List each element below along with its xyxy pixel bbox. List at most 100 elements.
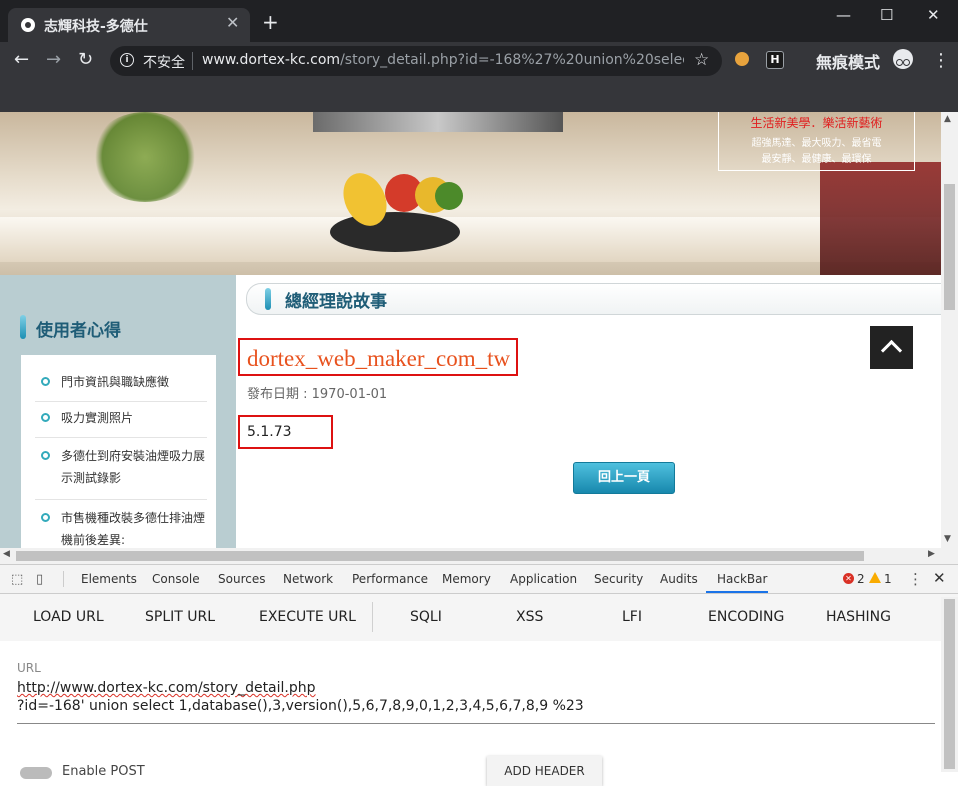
device-toolbar-icon[interactable]: ▯ <box>36 572 43 587</box>
tab-close-icon[interactable]: ✕ <box>226 13 239 32</box>
fruit-bowl <box>330 212 460 252</box>
maximize-button[interactable]: ☐ <box>880 6 893 24</box>
tab-application[interactable]: Application <box>510 572 577 586</box>
page-vertical-scrollbar[interactable]: ▲ ▼ <box>941 112 958 548</box>
hackbar-divider <box>372 602 373 632</box>
scrollbar-thumb[interactable] <box>944 184 955 310</box>
publish-date: 發布日期 : 1970-01-01 <box>247 387 388 402</box>
sidebar-item[interactable]: 市售機種改裝多德仕排油煙機前後差異: <box>35 507 207 548</box>
globe-icon <box>21 18 35 32</box>
main-content: 總經理說故事 dortex_web_maker_com_tw 發布日期 : 19… <box>236 275 941 548</box>
sqli-menu-button[interactable]: SQLI <box>410 609 442 625</box>
sidebar-list: 門市資訊與職缺應徵 吸力實測照片 多德仕到府安裝油煙吸力展示測試錄影 市售機種改… <box>21 355 216 548</box>
sidebar-title: 使用者心得 <box>36 321 121 341</box>
bullet-icon <box>41 513 50 522</box>
page-horizontal-scrollbar[interactable]: ◀ ▶ <box>0 548 941 564</box>
section-header: 總經理說故事 <box>246 283 941 315</box>
warning-icon[interactable] <box>869 572 881 583</box>
hackbar-h-icon[interactable]: H <box>766 51 784 69</box>
sidebar-item-label[interactable]: 市售機種改裝多德仕排油煙機前後差異: <box>61 507 209 548</box>
tab-performance[interactable]: Performance <box>352 572 428 586</box>
sidebar-item[interactable]: 吸力實測照片 <box>35 407 207 438</box>
url-domain: www.dortex-kc.com <box>202 52 341 68</box>
xss-menu-button[interactable]: XSS <box>516 609 543 625</box>
devtools-divider <box>63 571 64 587</box>
hero-banner-image: 生活新美學．樂活新藝術 超強馬達、最大吸力、最省電 最安靜、最健康、最環保 <box>0 112 941 275</box>
execute-url-button[interactable]: EXECUTE URL <box>259 609 356 625</box>
error-icon[interactable]: ✕ <box>843 573 854 584</box>
section-accent-bar <box>265 288 271 310</box>
title-bar: 志輝科技-多德仕 ✕ + — ☐ ✕ <box>0 0 958 42</box>
tab-elements[interactable]: Elements <box>81 572 137 586</box>
new-tab-button[interactable]: + <box>262 12 279 32</box>
bookmark-bar <box>0 80 958 112</box>
tab-hackbar[interactable]: HackBar <box>717 572 767 586</box>
enable-post-toggle[interactable] <box>20 767 52 779</box>
hero-counter <box>0 217 941 262</box>
scroll-down-icon[interactable]: ▼ <box>944 534 951 544</box>
address-bar[interactable]: i 不安全 www.dortex-kc.com/story_detail.php… <box>110 46 722 76</box>
sidebar-item[interactable]: 門市資訊與職缺應徵 <box>35 371 207 402</box>
sidebar-item-label[interactable]: 吸力實測照片 <box>61 407 209 429</box>
devtools-menu-icon[interactable]: ⋮ <box>908 570 923 588</box>
info-icon[interactable]: i <box>120 53 134 67</box>
devtools-tabbar: ⬚ ▯ Elements Console Sources Network Per… <box>0 564 958 594</box>
warning-count[interactable]: 1 <box>884 572 892 586</box>
error-count[interactable]: 2 <box>857 572 865 586</box>
hackbar-toolbar: LOAD URL SPLIT URL EXECUTE URL SQLI XSS … <box>0 594 958 641</box>
story-body-highlight: 5.1.73 <box>238 415 333 449</box>
split-url-button[interactable]: SPLIT URL <box>145 609 215 625</box>
url-textarea-line-1[interactable]: http://www.dortex-kc.com/story_detail.ph… <box>17 680 316 696</box>
url-text[interactable]: www.dortex-kc.com/story_detail.php?id=-1… <box>202 52 684 68</box>
hackbar-scrollbar[interactable] <box>941 597 958 772</box>
back-icon[interactable]: ← <box>14 49 29 70</box>
tab-title: 志輝科技-多德仕 <box>44 19 148 35</box>
sidebar-item-label[interactable]: 門市資訊與職缺應徵 <box>61 371 209 393</box>
scrollbar-thumb[interactable] <box>16 551 864 561</box>
scroll-left-icon[interactable]: ◀ <box>3 549 10 559</box>
url-field-underline <box>17 723 935 724</box>
load-url-button[interactable]: LOAD URL <box>33 609 104 625</box>
encoding-menu-button[interactable]: ENCODING <box>708 609 784 625</box>
sidebar-item-label[interactable]: 多德仕到府安裝油煙吸力展示測試錄影 <box>61 445 209 489</box>
url-textarea-line-2[interactable]: ?id=-168' union select 1,database(),3,ve… <box>17 698 584 714</box>
orange-extension-icon[interactable] <box>735 52 749 66</box>
back-button[interactable]: 回上一頁 <box>573 462 675 494</box>
close-window-button[interactable]: ✕ <box>927 6 940 24</box>
bullet-icon <box>41 451 50 460</box>
url-path: /story_detail.php?id=-168%27%20union%20s… <box>340 52 684 68</box>
tab-network[interactable]: Network <box>283 572 333 586</box>
forward-icon[interactable]: → <box>46 49 61 70</box>
url-field-label: URL <box>17 661 41 675</box>
minimize-button[interactable]: — <box>836 6 851 24</box>
scroll-right-icon[interactable]: ▶ <box>928 549 935 559</box>
range-hood-image <box>313 112 563 132</box>
tab-audits[interactable]: Audits <box>660 572 698 586</box>
scrollbar-corner <box>941 548 958 564</box>
sidebar-item[interactable]: 多德仕到府安裝油煙吸力展示測試錄影 <box>35 445 207 500</box>
scroll-to-top-button[interactable] <box>870 326 913 369</box>
inspect-element-icon[interactable]: ⬚ <box>11 572 23 587</box>
hashing-menu-button[interactable]: HASHING <box>826 609 891 625</box>
sidebar: 使用者心得 門市資訊與職缺應徵 吸力實測照片 多德仕到府安裝油煙吸力展示測試錄影… <box>0 275 236 548</box>
scroll-up-icon[interactable]: ▲ <box>944 114 951 124</box>
slogan-box: 生活新美學．樂活新藝術 超強馬達、最大吸力、最省電 最安靜、最健康、最環保 <box>718 112 915 171</box>
omnibox-divider <box>192 52 193 70</box>
browser-menu-icon[interactable]: ⋮ <box>932 50 950 71</box>
tab-security[interactable]: Security <box>594 572 643 586</box>
bookmark-star-icon[interactable]: ☆ <box>694 50 709 70</box>
add-header-button[interactable]: ADD HEADER <box>487 756 602 786</box>
lfi-menu-button[interactable]: LFI <box>622 609 642 625</box>
scrollbar-thumb[interactable] <box>944 599 955 769</box>
hackbar-body: URL http://www.dortex-kc.com/story_detai… <box>0 641 958 786</box>
incognito-icon[interactable] <box>893 49 913 69</box>
tab-sources[interactable]: Sources <box>218 572 265 586</box>
slogan-line-2: 超強馬達、最大吸力、最省電 <box>751 138 882 149</box>
browser-tab[interactable]: 志輝科技-多德仕 ✕ <box>8 8 250 42</box>
slogan-line-3: 最安靜、最健康、最環保 <box>761 154 872 165</box>
reload-icon[interactable]: ↻ <box>78 49 93 70</box>
security-label[interactable]: 不安全 <box>143 52 185 72</box>
tab-memory[interactable]: Memory <box>442 572 491 586</box>
tab-console[interactable]: Console <box>152 572 200 586</box>
devtools-close-icon[interactable]: ✕ <box>933 569 946 587</box>
